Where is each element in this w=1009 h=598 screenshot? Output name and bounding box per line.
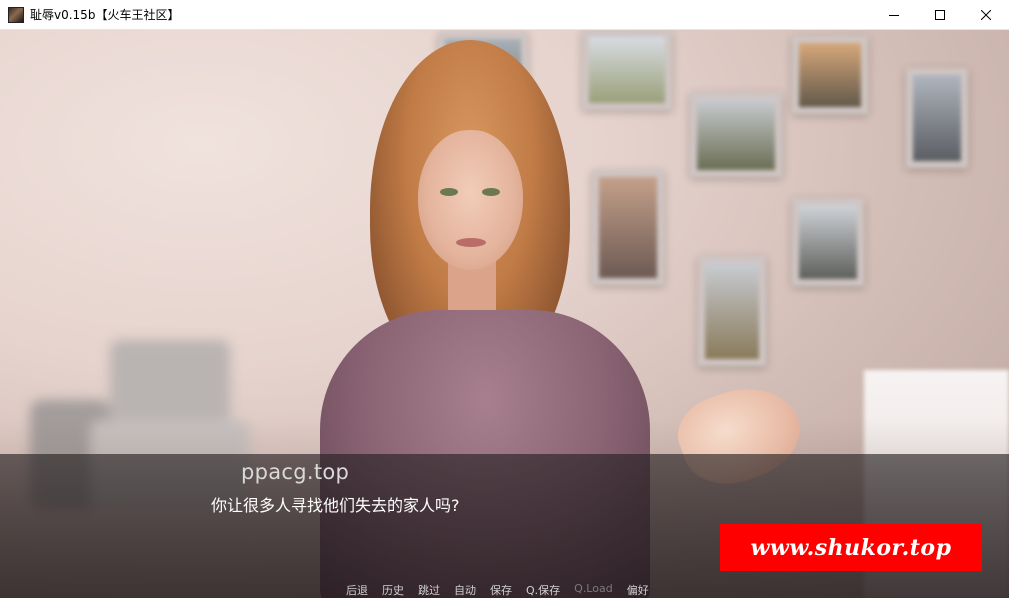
quick-menu-auto[interactable]: 自动 <box>454 582 476 598</box>
minimize-button[interactable] <box>871 0 917 29</box>
wall-picture-frame <box>698 256 766 366</box>
wall-picture-frame <box>792 198 864 286</box>
quick-menu-back[interactable]: 后退 <box>346 582 368 598</box>
character-lips <box>456 238 486 247</box>
maximize-icon <box>935 9 945 20</box>
wall-picture-frame <box>690 92 782 177</box>
window-titlebar: 耻辱v0.15b【火车王社区】 <box>0 0 1009 30</box>
watermark-banner: www.shukor.top <box>720 524 982 571</box>
window-controls <box>871 0 1009 29</box>
quick-menu-history[interactable]: 历史 <box>382 582 404 598</box>
close-icon <box>981 9 991 20</box>
quick-menu-preferences[interactable]: 偏好 <box>627 582 649 598</box>
dialogue-text: 你让很多人寻找他们失去的家人吗? <box>211 496 460 515</box>
left-eye <box>440 188 458 196</box>
quick-menu-quick-save[interactable]: Q.保存 <box>526 582 560 598</box>
speaker-name: ppacg.top <box>241 460 350 484</box>
app-icon <box>8 6 24 23</box>
character-face <box>418 130 523 270</box>
quick-menu-save[interactable]: 保存 <box>490 582 512 598</box>
wall-picture-frame <box>906 68 968 168</box>
quick-menu: 后退 历史 跳过 自动 保存 Q.保存 Q.Load 偏好 <box>346 582 663 598</box>
maximize-button[interactable] <box>917 0 963 29</box>
wall-picture-frame <box>792 36 868 114</box>
window-title: 耻辱v0.15b【火车王社区】 <box>30 8 180 22</box>
minimize-icon <box>889 14 899 16</box>
right-eye <box>482 188 500 196</box>
quick-menu-quick-load[interactable]: Q.Load <box>574 582 613 598</box>
quick-menu-skip[interactable]: 跳过 <box>418 582 440 598</box>
watermark-text: www.shukor.top <box>750 534 952 561</box>
game-viewport[interactable]: ppacg.top 你让很多人寻找他们失去的家人吗? 后退 历史 跳过 自动 保… <box>0 30 1009 598</box>
close-button[interactable] <box>963 0 1009 29</box>
